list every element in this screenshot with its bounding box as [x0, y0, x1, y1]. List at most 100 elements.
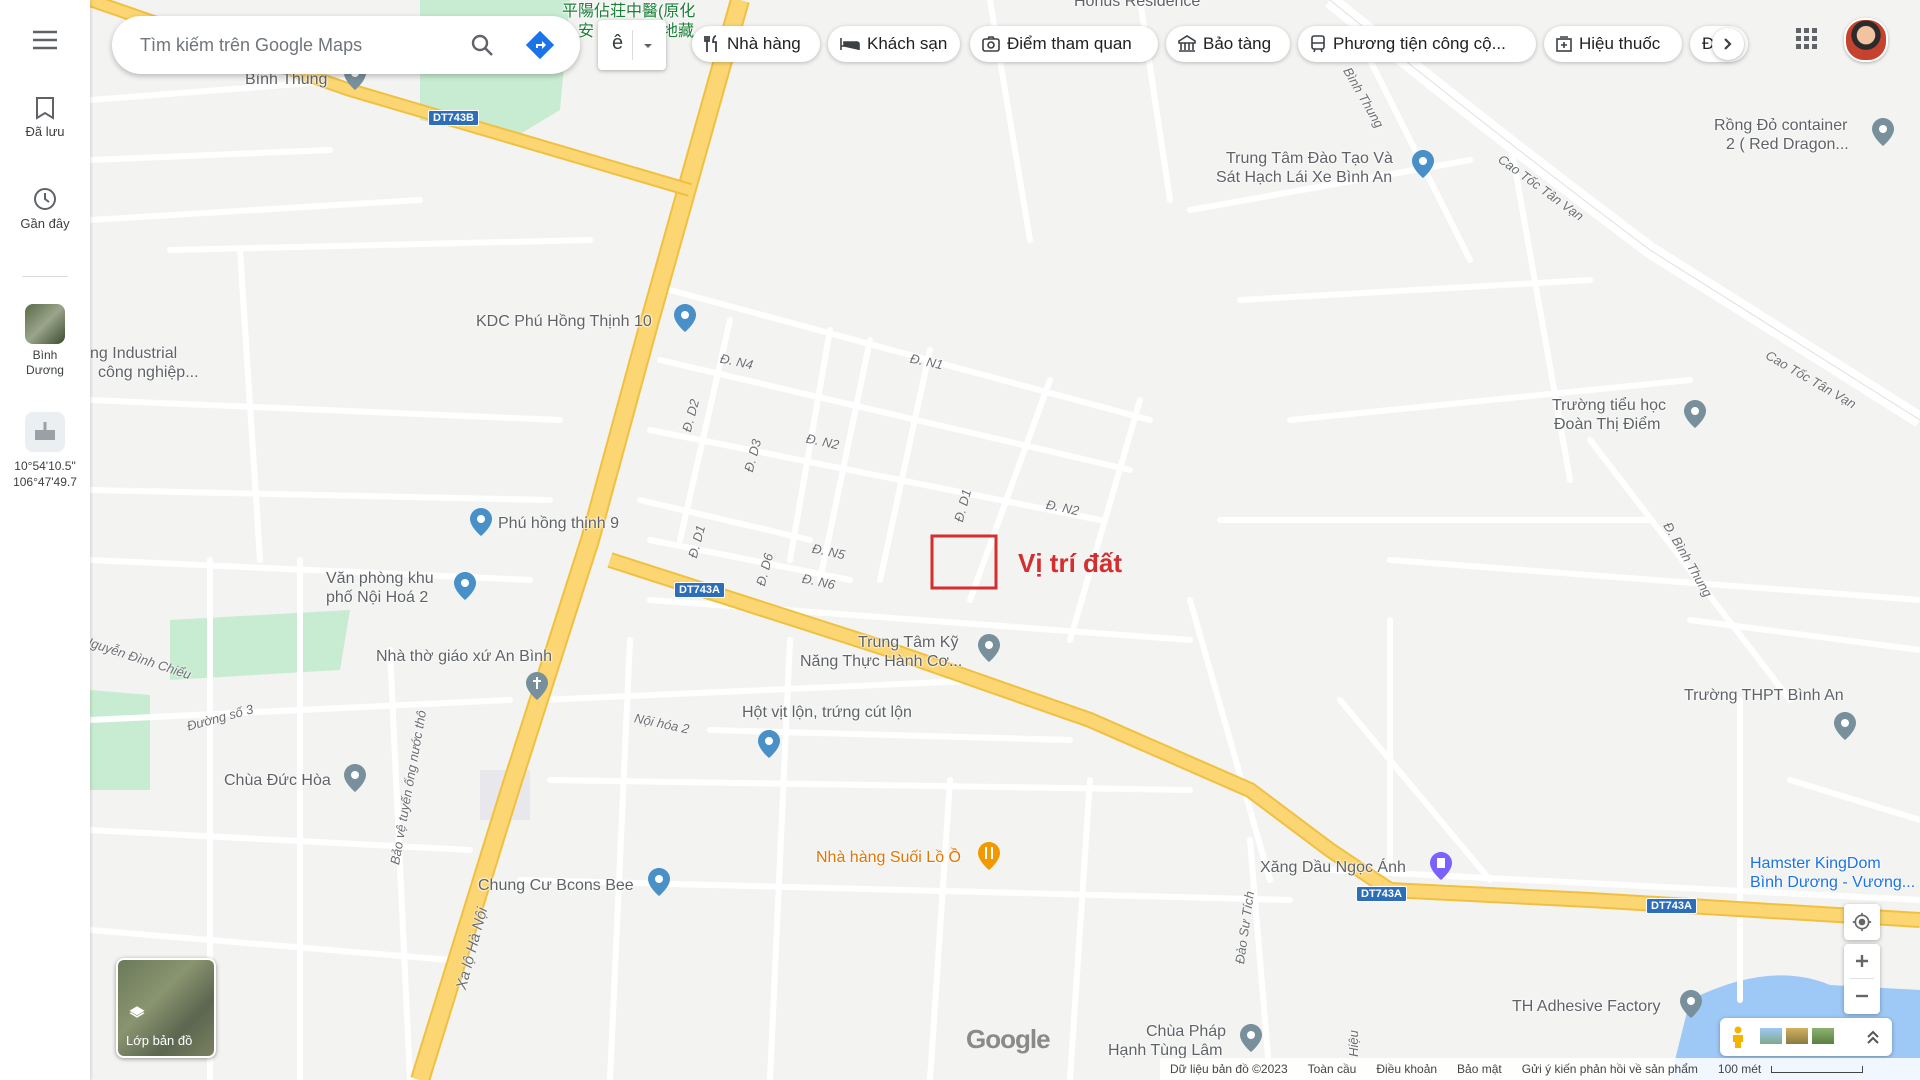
map-base: [90, 0, 1920, 1080]
history-icon: [34, 188, 56, 210]
place-label[interactable]: công nghiệp...: [98, 363, 199, 382]
layers-icon: [129, 1006, 145, 1018]
place-pin-icon[interactable]: [344, 764, 366, 792]
my-location-icon: [1852, 912, 1872, 932]
chip-hotels[interactable]: Khách sạn: [828, 26, 960, 62]
shield-dt743b: DT743B: [428, 110, 479, 126]
directions-icon[interactable]: [526, 31, 554, 59]
place-pin-icon[interactable]: [1680, 990, 1702, 1018]
divider: [22, 276, 68, 277]
place-label[interactable]: Văn phòng khu: [326, 569, 434, 588]
place-label[interactable]: Năng Thực Hành Cơ...: [800, 652, 962, 671]
place-label[interactable]: Trung Tâm Đào Tạo Và: [1226, 149, 1393, 168]
place-label[interactable]: 地藏: [662, 22, 694, 41]
imagery-thumbnail[interactable]: [1786, 1028, 1808, 1044]
place-label[interactable]: Trung Tâm Kỹ: [858, 633, 958, 652]
menu-button[interactable]: [0, 30, 90, 50]
recent-button[interactable]: Gần đây: [0, 186, 90, 231]
park-area: [170, 610, 350, 680]
map-canvas[interactable]: DT743B DT743A DT743A DT743A Đ. N4 Đ. N1 …: [90, 0, 1920, 1080]
place-label[interactable]: Hamster KingDom: [1750, 854, 1881, 873]
place-label[interactable]: Đoàn Thị Điểm: [1554, 415, 1660, 434]
restaurant-pin-icon[interactable]: [978, 842, 1000, 870]
place-pin-icon[interactable]: [674, 304, 696, 332]
sidebar: Đã lưu Gần đây Bình Dương 10°54'10.5" 10…: [0, 0, 90, 1080]
avatar[interactable]: [1844, 18, 1888, 62]
scale-label[interactable]: 100 mét: [1718, 1062, 1761, 1076]
fuel-pin-icon[interactable]: [1430, 852, 1452, 880]
school-pin-icon[interactable]: [1684, 400, 1706, 428]
privacy-link[interactable]: Bảo mật: [1457, 1062, 1502, 1076]
place-label[interactable]: Rồng Đỏ container: [1714, 116, 1847, 135]
my-location-button[interactable]: [1844, 904, 1880, 940]
place-label[interactable]: Sát Hạch Lái Xe Bình An: [1216, 168, 1392, 187]
place-label[interactable]: Phú hồng thịnh 9: [498, 514, 619, 533]
bottom-toolbar: [1720, 1018, 1892, 1056]
chips-next-button[interactable]: [1712, 28, 1744, 60]
place-pin-icon[interactable]: [1240, 1024, 1262, 1052]
land-location-annotation: Vị trí đất: [1018, 548, 1123, 578]
coords-line: 10°54'10.5": [14, 459, 76, 473]
chevron-up-icon[interactable]: [1866, 1029, 1880, 1045]
place-label[interactable]: Nhà thờ giáo xứ An Bình: [376, 647, 552, 666]
transit-icon: [1311, 35, 1325, 53]
place-pin-icon[interactable]: [758, 730, 780, 758]
chevron-right-icon: [1724, 38, 1732, 50]
school-pin-icon[interactable]: [1834, 712, 1856, 740]
search-input[interactable]: [138, 30, 442, 60]
apps-grid-icon[interactable]: [1796, 28, 1818, 50]
place-label[interactable]: Honus Residence: [1074, 0, 1200, 11]
place-pin-icon[interactable]: [978, 634, 1000, 662]
place-label[interactable]: Trường tiểu học: [1552, 396, 1666, 415]
place-label[interactable]: 2 ( Red Dragon...: [1726, 135, 1849, 154]
map-pin-icon: [35, 422, 55, 440]
place-pin-icon[interactable]: [648, 868, 670, 896]
place-label[interactable]: Xăng Dầu Ngọc Ánh: [1260, 858, 1406, 877]
imagery-thumbnail[interactable]: [1760, 1028, 1782, 1044]
shield-dt743a: DT743A: [1646, 898, 1697, 914]
church-pin-icon[interactable]: [526, 672, 548, 700]
place-label[interactable]: KDC Phú Hồng Thịnh 10: [476, 312, 652, 331]
place-label[interactable]: Nhà hàng Suối Lồ Ồ: [816, 848, 961, 867]
search-icon[interactable]: [470, 33, 494, 57]
place-label[interactable]: Chùa Pháp: [1146, 1022, 1226, 1041]
saved-label: Đã lưu: [25, 124, 65, 139]
google-logo: Google: [966, 1024, 1051, 1054]
place-label[interactable]: 平陽佔荘中醫(原化: [562, 2, 695, 21]
place-pin-icon[interactable]: [1412, 150, 1434, 178]
category-dropdown[interactable]: ê: [598, 20, 666, 70]
place-label[interactable]: Chùa Đức Hòa: [224, 771, 331, 790]
imagery-thumbnail[interactable]: [1812, 1028, 1834, 1044]
place-label[interactable]: phố Nội Hoá 2: [326, 588, 428, 607]
recent-place-binh-duong[interactable]: Bình Dương: [0, 304, 90, 378]
recent-coordinates[interactable]: 10°54'10.5" 106°47'49.7: [0, 412, 90, 490]
place-label[interactable]: Trường THPT Bình An: [1684, 686, 1844, 705]
chip-transit[interactable]: Phương tiện công cộ...: [1298, 26, 1536, 62]
divider: [632, 30, 633, 60]
feedback-link[interactable]: Gửi ý kiến phản hồi về sản phẩm: [1522, 1062, 1698, 1076]
place-label[interactable]: TH Adhesive Factory: [1512, 997, 1661, 1016]
place-label[interactable]: Hột vịt lộn, trứng cút lộn: [742, 703, 912, 722]
place-label[interactable]: 安: [578, 22, 594, 41]
chip-restaurants[interactable]: Nhà hàng: [692, 26, 820, 62]
chip-attractions[interactable]: Điểm tham quan: [970, 26, 1158, 62]
terms-link[interactable]: Điều khoản: [1376, 1062, 1437, 1076]
place-label[interactable]: Bình Dương - Vương...: [1750, 873, 1915, 892]
place-label[interactable]: ng Industrial: [90, 344, 177, 363]
chip-pharmacy[interactable]: Hiệu thuốc: [1544, 26, 1682, 62]
layers-button[interactable]: Lớp bản đồ: [116, 958, 216, 1058]
place-pin-icon[interactable]: [454, 572, 476, 600]
saved-button[interactable]: Đã lưu: [0, 96, 90, 139]
hotel-icon: [840, 38, 860, 50]
zoom-out-button[interactable]: [1844, 979, 1880, 1013]
chip-museums[interactable]: Bảo tàng: [1166, 26, 1290, 62]
place-pin-icon[interactable]: [470, 508, 492, 536]
zoom-controls: [1844, 944, 1880, 1014]
plus-icon: [1856, 955, 1868, 967]
zoom-in-button[interactable]: [1844, 944, 1880, 978]
place-label[interactable]: Chung Cư Bcons Bee: [478, 876, 634, 895]
pegman-icon[interactable]: [1730, 1026, 1746, 1048]
museum-icon: [1178, 35, 1196, 52]
place-pin-icon[interactable]: [1872, 118, 1894, 146]
global-link[interactable]: Toàn cầu: [1308, 1062, 1357, 1076]
